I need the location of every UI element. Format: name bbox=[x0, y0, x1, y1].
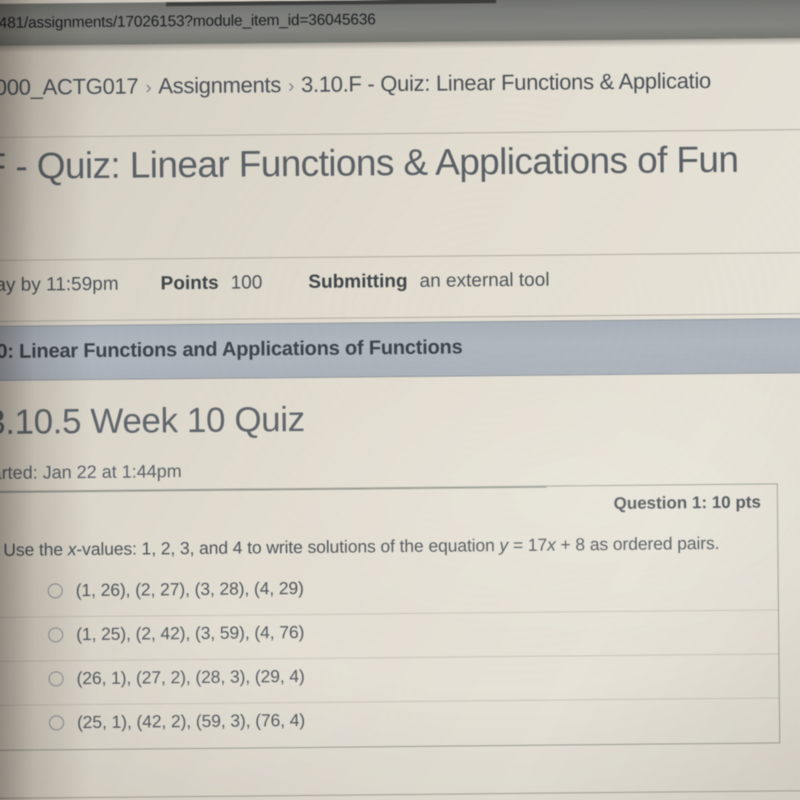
question-header: Question 1: 10 pts bbox=[0, 484, 777, 530]
canvas-content: 2000_ACTG017 › Assignments › 3.10.F - Quiz: … bbox=[0, 45, 800, 800]
module-banner-label: 10: Linear Functions and Applications of… bbox=[0, 336, 463, 364]
answer-option-label: (26, 1), (27, 2), (28, 3), (29, 4) bbox=[76, 665, 305, 689]
question-container: Question 1: 10 pts Use the x-values: 1, … bbox=[0, 483, 781, 751]
prompt-segment-4: + 8 as ordered pairs. bbox=[555, 532, 720, 555]
breadcrumb-current-page: 3.10.F - Quiz: Linear Functions & Applic… bbox=[300, 68, 712, 97]
due-date-text: day by 11:59pm bbox=[0, 273, 119, 297]
prompt-variable-y: y bbox=[499, 535, 509, 556]
answer-list: (1, 26), (2, 27), (3, 28), (4, 29) (1, 2… bbox=[0, 566, 779, 749]
answer-option-label: (25, 1), (42, 2), (59, 3), (76, 4) bbox=[76, 709, 306, 733]
radio-button-icon[interactable] bbox=[47, 583, 63, 599]
question-prompt: Use the x-values: 1, 2, 3, and 4 to writ… bbox=[3, 533, 719, 561]
prompt-variable-x: x bbox=[67, 539, 77, 560]
breadcrumb-separator-icon: › bbox=[145, 77, 152, 99]
prompt-segment-3: = 17 bbox=[508, 534, 548, 556]
radio-button-icon[interactable] bbox=[48, 627, 64, 643]
prompt-segment-1: Use the bbox=[3, 539, 68, 560]
quiz-title: 3.10.5 Week 10 Quiz bbox=[0, 399, 305, 443]
screenshot-root: 3481/assignments/17026153?module_item_id… bbox=[0, 0, 800, 800]
prompt-segment-2: -values: 1, 2, 3, and 4 to write solutio… bbox=[76, 535, 500, 560]
submitting-value: an external tool bbox=[419, 269, 550, 292]
quiz-started-timestamp: tarted: Jan 22 at 1:44pm bbox=[0, 461, 182, 484]
divider-above-meta bbox=[0, 251, 800, 262]
answer-option-label: (1, 25), (2, 42), (3, 59), (4, 76) bbox=[76, 621, 305, 645]
question-points-label: Question 1: 10 pts bbox=[613, 492, 762, 513]
breadcrumb-separator-icon-2: › bbox=[287, 76, 295, 98]
page-title: F - Quiz: Linear Functions & Application… bbox=[0, 138, 739, 188]
points-label: Points bbox=[160, 272, 219, 295]
submitting-label: Submitting bbox=[308, 270, 408, 293]
divider-bottom bbox=[0, 789, 800, 799]
breadcrumb: 2000_ACTG017 › Assignments › 3.10.F - Quiz: … bbox=[0, 67, 800, 101]
assignment-meta-row: day by 11:59pm Points 100 Submitting an exte… bbox=[0, 267, 800, 319]
answer-option-label: (1, 26), (2, 27), (3, 28), (4, 29) bbox=[75, 577, 304, 601]
breadcrumb-course[interactable]: 2000_ACTG017 bbox=[0, 74, 138, 100]
question-header-rule bbox=[0, 486, 547, 494]
radio-button-icon[interactable] bbox=[48, 715, 65, 731]
browser-tab-stub[interactable] bbox=[165, 0, 497, 7]
answer-option[interactable]: (1, 26), (2, 27), (3, 28), (4, 29) bbox=[0, 566, 778, 619]
breadcrumb-assignments[interactable]: Assignments bbox=[158, 72, 281, 98]
answer-option[interactable]: (26, 1), (27, 2), (28, 3), (29, 4) bbox=[0, 654, 779, 706]
answer-option[interactable]: (25, 1), (42, 2), (59, 3), (76, 4) bbox=[0, 698, 779, 749]
radio-button-icon[interactable] bbox=[48, 671, 64, 687]
url-text[interactable]: 3481/assignments/17026153?module_item_id… bbox=[0, 11, 376, 33]
points-value: 100 bbox=[230, 272, 263, 294]
browser-page: 3481/assignments/17026153?module_item_id… bbox=[0, 0, 800, 800]
divider-under-breadcrumb bbox=[0, 129, 800, 139]
module-banner: 10: Linear Functions and Applications of… bbox=[0, 317, 800, 382]
answer-option[interactable]: (1, 25), (2, 42), (3, 59), (4, 76) bbox=[0, 610, 779, 663]
